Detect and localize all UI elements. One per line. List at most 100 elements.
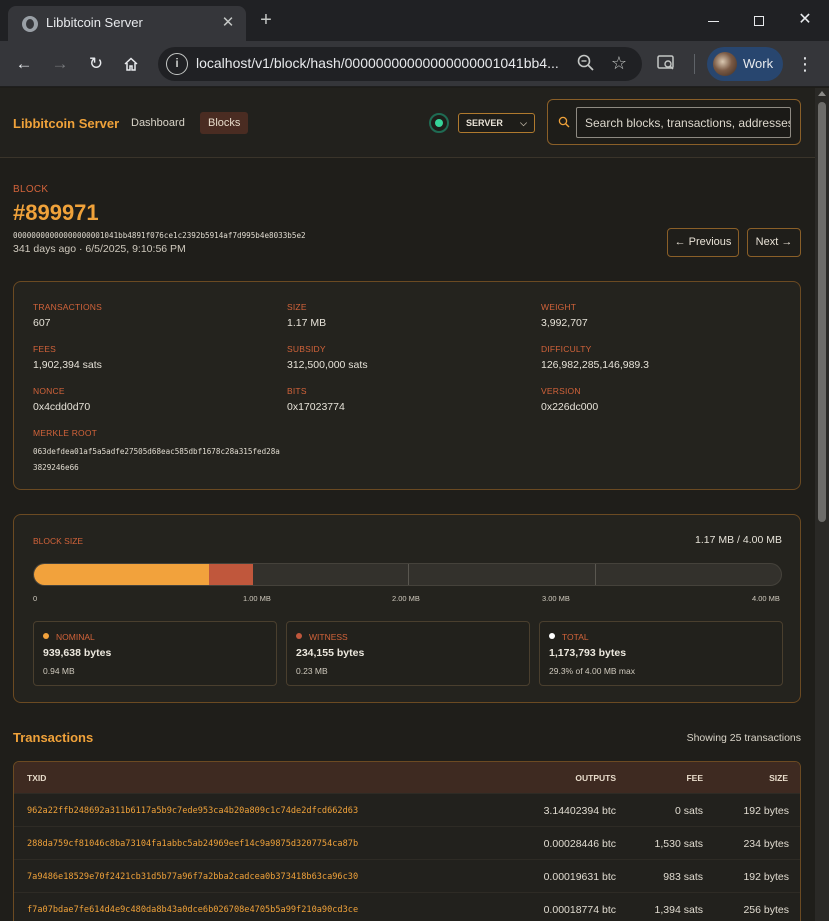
search-container: [547, 99, 801, 145]
table-row[interactable]: 288da759cf81046c8ba73104fa1abbc5ab24969e…: [14, 826, 800, 859]
dot-icon: [549, 633, 555, 639]
toolbar-divider: [694, 54, 695, 74]
bookmark-star-icon[interactable]: ☆: [608, 52, 630, 74]
zoom-icon[interactable]: [576, 53, 598, 75]
tx-size: 256 bytes: [743, 904, 789, 916]
legend-sub: 29.3% of 4.00 MB max: [549, 666, 635, 676]
scroll-up-arrow-icon[interactable]: [818, 91, 826, 96]
legend-nominal: NOMINAL 939,638 bytes 0.94 MB: [33, 621, 277, 686]
browser-toolbar: ← → ↻ i localhost/v1/block/hash/00000000…: [0, 41, 829, 87]
stat-nonce: NONCE 0x4cdd0d70: [33, 386, 90, 413]
scale-label: 3.00 MB: [542, 594, 570, 603]
connection-status-icon: [429, 113, 449, 133]
stat-value: 312,500,000 sats: [287, 359, 368, 371]
close-window-button[interactable]: ✕: [782, 6, 828, 34]
transactions-table: TXID OUTPUTS FEE SIZE 962a22ffb248692a31…: [13, 761, 801, 921]
globe-icon: [22, 16, 38, 32]
dot-icon: [43, 633, 49, 639]
tx-size: 192 bytes: [743, 805, 789, 817]
block-number: #899971: [13, 200, 99, 225]
block-size-title: BLOCK SIZE: [33, 536, 84, 546]
scale-label: 2.00 MB: [392, 594, 420, 603]
nav-blocks[interactable]: Blocks: [200, 112, 249, 134]
legend-label: TOTAL: [562, 632, 589, 642]
stat-value: 3,992,707: [541, 317, 588, 329]
brand-logo[interactable]: Libbitcoin Server: [13, 116, 119, 131]
legend-label: WITNESS: [309, 632, 348, 642]
legend-label: NOMINAL: [56, 632, 95, 642]
stat-value: 1.17 MB: [287, 317, 327, 329]
legend-head: NOMINAL: [43, 632, 95, 642]
txid-link[interactable]: 288da759cf81046c8ba73104fa1abbc5ab24969e…: [27, 839, 358, 849]
table-header: TXID OUTPUTS FEE SIZE: [14, 762, 800, 793]
minimize-button[interactable]: [690, 6, 736, 34]
block-stats-card: TRANSACTIONS 607 SIZE 1.17 MB WEIGHT 3,9…: [13, 281, 801, 490]
stat-label: VERSION: [541, 386, 581, 396]
close-tab-icon[interactable]: ✕: [218, 13, 238, 33]
more-menu-icon[interactable]: ⋮: [795, 52, 815, 76]
legend-witness: WITNESS 234,155 bytes 0.23 MB: [286, 621, 530, 686]
table-row[interactable]: 7a9486e18529e70f2421cb31d5b77a96f7a2bba2…: [14, 859, 800, 892]
tx-fee: 0 sats: [674, 805, 703, 817]
txid-link[interactable]: 962a22ffb248692a311b6117a5b9c7ede953ca4b…: [27, 806, 358, 816]
table-row[interactable]: 962a22ffb248692a311b6117a5b9c7ede953ca4b…: [14, 793, 800, 826]
block-size-card: BLOCK SIZE 1.17 MB / 4.00 MB 0 1.00 MB 2…: [13, 514, 801, 703]
bar-tick: [408, 564, 409, 585]
stat-label: BITS: [287, 386, 307, 396]
stat-value: 607: [33, 317, 51, 329]
txid-link[interactable]: 7a9486e18529e70f2421cb31d5b77a96f7a2bba2…: [27, 872, 358, 882]
tx-outputs: 0.00018774 btc: [543, 904, 616, 916]
browser-tabstrip: Libbitcoin Server ✕ + ✕: [0, 0, 829, 41]
stat-difficulty: DIFFICULTY 126,982,285,146,989.3: [541, 344, 649, 371]
nominal-bar-segment: [34, 564, 210, 585]
new-tab-button[interactable]: +: [254, 8, 278, 32]
search-input[interactable]: [576, 107, 791, 138]
scale-label: 4.00 MB: [752, 594, 780, 603]
nav-dashboard[interactable]: Dashboard: [123, 112, 193, 134]
column-header-fee: FEE: [686, 773, 703, 783]
stat-fees: FEES 1,902,394 sats: [33, 344, 102, 371]
stat-label: SUBSIDY: [287, 344, 326, 354]
tx-fee: 1,530 sats: [654, 838, 703, 850]
stat-value: 0x4cdd0d70: [33, 401, 91, 413]
block-hash: 00000000000000000001041bb4891f076ce1c239…: [13, 231, 306, 240]
column-header-outputs: OUTPUTS: [575, 773, 616, 783]
stat-size: SIZE 1.17 MB: [287, 302, 326, 329]
browser-tab[interactable]: Libbitcoin Server ✕: [8, 6, 246, 41]
maximize-button[interactable]: [736, 6, 782, 34]
stat-value: 0x226dc000: [541, 401, 599, 413]
back-arrow-icon[interactable]: ←: [10, 50, 38, 78]
url-text[interactable]: localhost/v1/block/hash/0000000000000000…: [196, 55, 566, 71]
stat-label: WEIGHT: [541, 302, 577, 312]
scroll-thumb[interactable]: [818, 102, 826, 522]
previous-block-button[interactable]: ← Previous: [667, 228, 739, 257]
block-size-total: 1.17 MB / 4.00 MB: [695, 534, 782, 546]
table-row[interactable]: f7a07bdae7fe614d4e9c480da8b43a0dce6b0267…: [14, 892, 800, 921]
stat-label: NONCE: [33, 386, 65, 396]
address-bar[interactable]: i localhost/v1/block/hash/00000000000000…: [158, 47, 642, 81]
stat-value: 126,982,285,146,989.3: [541, 359, 650, 371]
page-scrollbar[interactable]: [815, 88, 829, 921]
stat-weight: WEIGHT 3,992,707: [541, 302, 588, 329]
legend-total: TOTAL 1,173,793 bytes 29.3% of 4.00 MB m…: [539, 621, 783, 686]
server-select[interactable]: SERVER ⌵: [458, 113, 535, 133]
txid-link[interactable]: f7a07bdae7fe614d4e9c480da8b43a0dce6b0267…: [27, 905, 358, 915]
reload-icon[interactable]: ↻: [82, 50, 110, 78]
profile-button[interactable]: Work: [707, 47, 783, 81]
legend-sub: 0.23 MB: [296, 666, 328, 676]
tx-size: 192 bytes: [743, 871, 789, 883]
forward-arrow-icon[interactable]: →: [46, 50, 74, 78]
scale-label: 1.00 MB: [243, 594, 271, 603]
stat-value: 0x17023774: [287, 401, 345, 413]
legend-value: 939,638 bytes: [43, 647, 112, 659]
profile-label: Work: [743, 56, 774, 71]
tx-outputs: 0.00028446 btc: [543, 838, 616, 850]
bar-tick: [595, 564, 596, 585]
next-block-button[interactable]: Next →: [747, 228, 801, 257]
site-info-icon[interactable]: i: [166, 53, 188, 75]
side-panel-search-icon[interactable]: [656, 53, 678, 75]
witness-bar-segment: [209, 564, 254, 585]
home-icon[interactable]: [117, 50, 145, 78]
page-content: Libbitcoin Server Dashboard Blocks SERVE…: [0, 88, 815, 921]
legend-value: 1,173,793 bytes: [549, 647, 627, 659]
